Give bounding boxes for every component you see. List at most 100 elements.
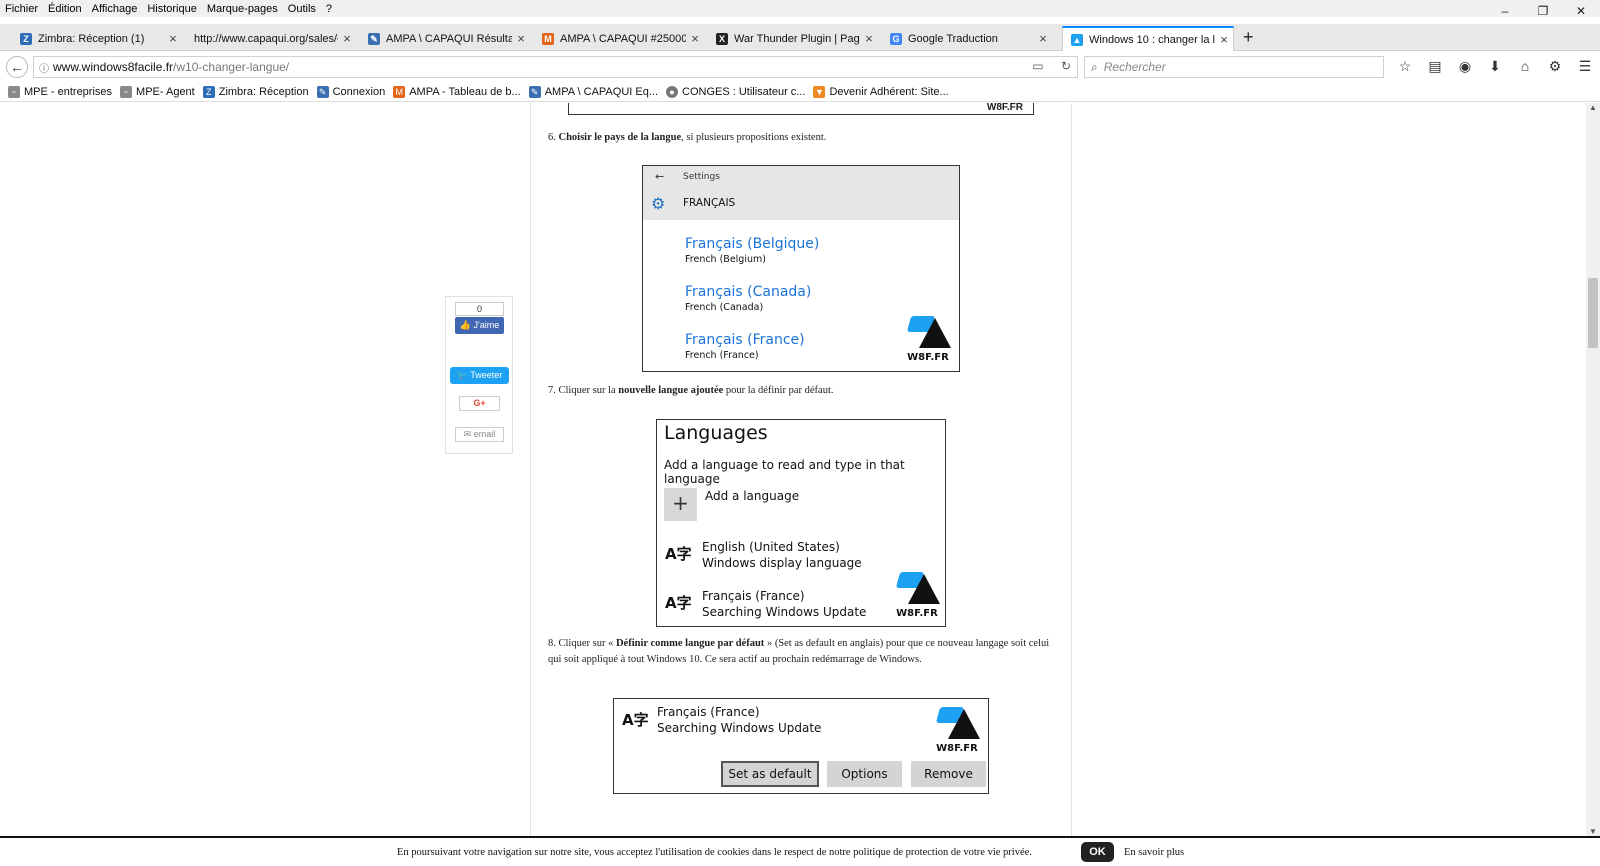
menu-marque-pages[interactable]: Marque-pages [207, 3, 278, 15]
bookmark-label: AMPA \ CAPAQUI Eq... [544, 86, 658, 98]
menu-outils[interactable]: Outils [288, 3, 316, 15]
cookie-ok-button[interactable]: OK [1081, 842, 1114, 862]
menu-edition[interactable]: Édition [48, 3, 82, 15]
reload-icon[interactable]: ↻ [1061, 59, 1071, 73]
back-button[interactable]: ← [6, 56, 28, 78]
hamburger-menu-icon[interactable]: ☰ [1570, 58, 1600, 75]
article-content: W8F.FR 6. Choisir le pays de la langue, … [530, 103, 1072, 836]
facebook-like-button[interactable]: 👍 J'aime [455, 317, 504, 334]
language-status: Searching Windows Update [702, 605, 867, 619]
remove-button: Remove [911, 761, 986, 787]
zimbra-icon: Z [20, 32, 32, 45]
page-viewport: 0 👍 J'aime 🐦 Tweeter G+ ✉ email W8F.FR 6… [0, 103, 1586, 836]
close-icon[interactable]: × [338, 31, 356, 46]
tab-label: AMPA \ CAPAQUI #2500005 [560, 32, 686, 45]
bookmark-zimbra[interactable]: Z Zimbra: Réception [202, 86, 309, 98]
language-status: Windows display language [702, 556, 862, 570]
menu-affichage[interactable]: Affichage [92, 3, 138, 15]
bookmark-label: CONGES : Utilisateur c... [682, 86, 806, 98]
url-actions: ▭ ↻ [1018, 59, 1071, 73]
close-icon[interactable]: × [512, 31, 530, 46]
w8f-logo-icon [934, 705, 980, 743]
language-name: Français (France) [702, 589, 805, 603]
option-francais-belgique: Français (Belgique) French (Belgium) [685, 236, 819, 265]
url-bar[interactable]: ⓘ www.windows8facile.fr/w10-changer-lang… [33, 56, 1078, 78]
home-icon[interactable]: ⌂ [1510, 58, 1540, 75]
page-scrollbar[interactable]: ▲ ▼ [1586, 103, 1600, 836]
close-icon[interactable]: × [164, 31, 182, 46]
reading-list-icon[interactable]: ▤ [1420, 58, 1450, 75]
globe-icon: ● [666, 86, 678, 98]
step-number: 6. [548, 132, 556, 143]
google-plus-button[interactable]: G+ [459, 396, 500, 411]
extension-icon[interactable]: ⚙ [1540, 58, 1570, 75]
cookie-banner: En poursuivant votre navigation sur notr… [0, 836, 1600, 866]
tab-windows10-langue[interactable]: ▲ Windows 10 : changer la lan × [1062, 26, 1234, 51]
screenshot-set-default: A字 Français (France) Searching Windows U… [613, 698, 989, 794]
menu-fichier[interactable]: Fichier [5, 3, 38, 15]
restore-button[interactable]: ❐ [1524, 0, 1562, 24]
option-sub: French (Belgium) [685, 254, 766, 265]
bookmark-conges[interactable]: ● CONGES : Utilisateur c... [666, 86, 805, 98]
languages-description: Add a language to read and type in that … [664, 458, 905, 486]
menu-bar: Fichier Édition Affichage Historique Mar… [0, 0, 1600, 17]
bookmark-label: AMPA - Tableau de b... [409, 86, 521, 98]
tab-ampa-order[interactable]: M AMPA \ CAPAQUI #2500005 × [534, 26, 704, 51]
languages-title: Languages [664, 422, 768, 444]
scroll-thumb[interactable] [1588, 278, 1598, 348]
language-english: English (United States) Windows display … [702, 539, 862, 571]
close-icon[interactable]: × [686, 31, 704, 46]
menu-help[interactable]: ? [326, 3, 332, 15]
facebook-like-count: 0 [455, 302, 504, 316]
minimize-button[interactable]: – [1486, 0, 1524, 24]
tab-war-thunder[interactable]: X War Thunder Plugin | Page 3 × [708, 26, 878, 51]
bookmark-devenir-adherent[interactable]: ▼ Devenir Adhérent: Site... [813, 86, 949, 98]
language-francais: Français (France) Searching Windows Upda… [702, 588, 866, 620]
tweet-button[interactable]: 🐦 Tweeter [450, 367, 509, 384]
w8f-watermark: W8F.FR [905, 314, 951, 363]
w8f-watermark: W8F.FR [934, 705, 980, 754]
add-language-label: Add a language [705, 489, 800, 503]
pocket-icon[interactable]: ◉ [1450, 58, 1480, 75]
language-name: English (United States) [702, 540, 840, 554]
tab-strip: Z Zimbra: Réception (1) × http://www.cap… [0, 24, 1600, 51]
scroll-up-icon[interactable]: ▲ [1586, 103, 1600, 112]
magento-icon: M [393, 86, 406, 98]
step-rest: , si plusieurs propositions existent. [681, 132, 827, 143]
close-window-button[interactable]: ✕ [1562, 0, 1600, 24]
bookmark-ampa-tableau[interactable]: M AMPA - Tableau de b... [393, 86, 521, 98]
mpe-icon: ~ [8, 86, 20, 98]
plus-icon: + [664, 488, 697, 521]
option-sub: French (Canada) [685, 302, 764, 313]
bookmark-connexion[interactable]: ✎ Connexion [316, 86, 385, 98]
bookmark-ampa-eq[interactable]: ✎ AMPA \ CAPAQUI Eq... [528, 86, 658, 98]
menu-historique[interactable]: Historique [147, 3, 197, 15]
close-icon[interactable]: × [1215, 32, 1233, 47]
bookmark-mpe-agent[interactable]: ~ MPE- Agent [120, 86, 195, 98]
w8f-logo-icon [894, 570, 940, 608]
close-icon[interactable]: × [860, 31, 878, 46]
ampa-icon: ✎ [368, 32, 380, 45]
step-bold: Choisir le pays de la langue [558, 132, 682, 143]
step-pre: Cliquer sur « [558, 638, 616, 649]
scroll-down-icon[interactable]: ▼ [1586, 827, 1600, 836]
reader-icon[interactable]: ▭ [1032, 59, 1043, 73]
settings-title: FRANÇAIS [683, 197, 736, 209]
email-label: email [473, 429, 496, 439]
bookmark-mpe-entreprises[interactable]: ~ MPE - entreprises [8, 86, 112, 98]
info-icon[interactable]: ⓘ [39, 60, 49, 75]
search-input[interactable]: ⌕ Rechercher [1084, 56, 1384, 78]
tab-zimbra[interactable]: Z Zimbra: Réception (1) × [12, 26, 182, 51]
bookmark-star-icon[interactable]: ☆ [1390, 58, 1420, 75]
new-tab-button[interactable]: + [1243, 27, 1254, 48]
email-share-button[interactable]: ✉ email [455, 427, 504, 442]
download-icon[interactable]: ⬇ [1480, 58, 1510, 75]
close-icon[interactable]: × [1034, 31, 1052, 46]
w8f-icon: ▲ [1071, 33, 1083, 46]
tab-ampa-resultats[interactable]: ✎ AMPA \ CAPAQUI Résultats × [360, 26, 530, 51]
facebook-like-label: J'aime [473, 320, 500, 330]
cookie-learn-more-link[interactable]: En savoir plus [1124, 847, 1184, 858]
tab-google-traduction[interactable]: G Google Traduction × [882, 26, 1052, 51]
option-francais-france: Français (France) French (France) [685, 332, 805, 361]
tab-capaqui-sales[interactable]: http://www.capaqui.org/sales/c × [186, 26, 356, 51]
